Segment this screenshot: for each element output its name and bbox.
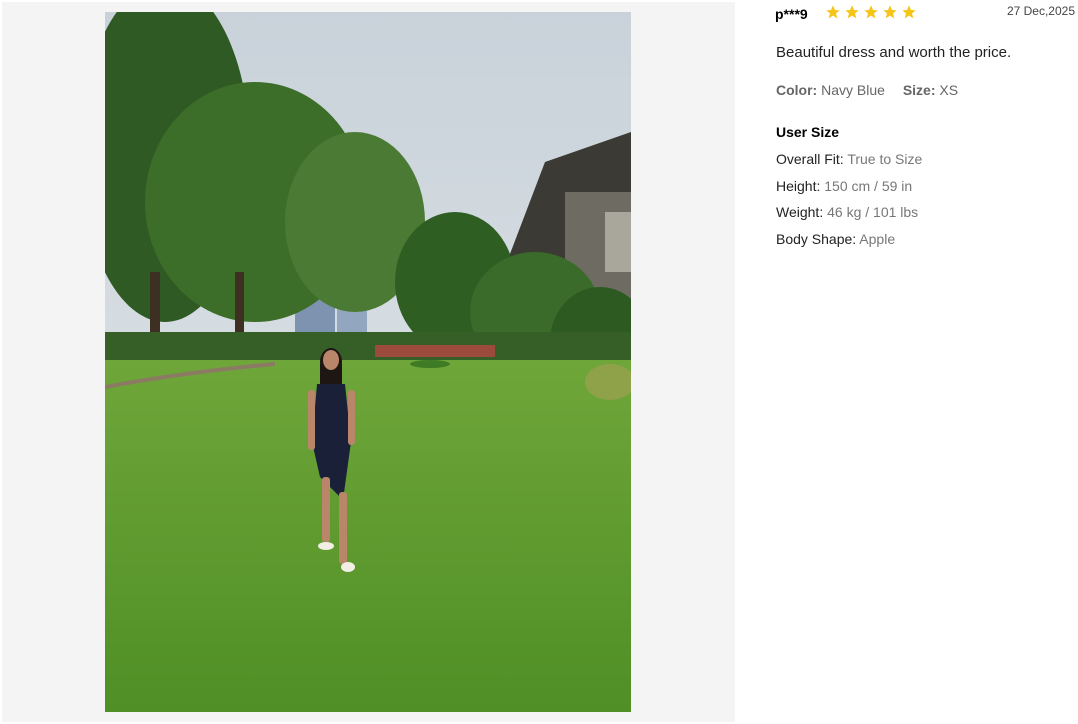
color-label: Color: <box>776 82 818 98</box>
color-value: Navy Blue <box>821 82 885 98</box>
weight-value: 46 kg / 101 lbs <box>827 204 919 220</box>
overall-fit-value: True to Size <box>847 151 923 167</box>
review-header: p***9 27 Dec,2025 <box>775 4 1075 24</box>
height-value: 150 cm / 59 in <box>824 178 913 194</box>
review-date: 27 Dec,2025 <box>1006 4 1075 18</box>
body-shape-label: Body Shape: <box>776 231 857 247</box>
star-icon <box>826 5 840 19</box>
review-photo[interactable] <box>105 12 631 712</box>
star-rating <box>825 4 917 20</box>
body-shape-value: Apple <box>859 231 896 247</box>
size-label: Size: <box>902 82 936 98</box>
height-row: Height: 150 cm / 59 in <box>776 178 912 194</box>
star-icon <box>883 5 897 19</box>
size-value: XS <box>939 82 959 98</box>
weight-label: Weight: <box>776 204 824 220</box>
star-icon <box>902 5 916 19</box>
review-photo-image <box>105 12 631 712</box>
overall-fit-label: Overall Fit: <box>776 151 844 167</box>
star-icon <box>864 5 878 19</box>
height-label: Height: <box>776 178 821 194</box>
weight-row: Weight: 46 kg / 101 lbs <box>776 204 918 220</box>
review-photo-panel <box>2 2 735 722</box>
overall-fit-row: Overall Fit: True to Size <box>776 151 922 167</box>
purchase-attributes: Color: Navy Blue Size: XS <box>776 82 972 98</box>
reviewer-name: p***9 <box>775 6 808 22</box>
star-icon <box>845 5 859 19</box>
body-shape-row: Body Shape: Apple <box>776 231 895 247</box>
user-size-title: User Size <box>776 124 840 140</box>
review-comment: Beautiful dress and worth the price. <box>776 44 1012 61</box>
